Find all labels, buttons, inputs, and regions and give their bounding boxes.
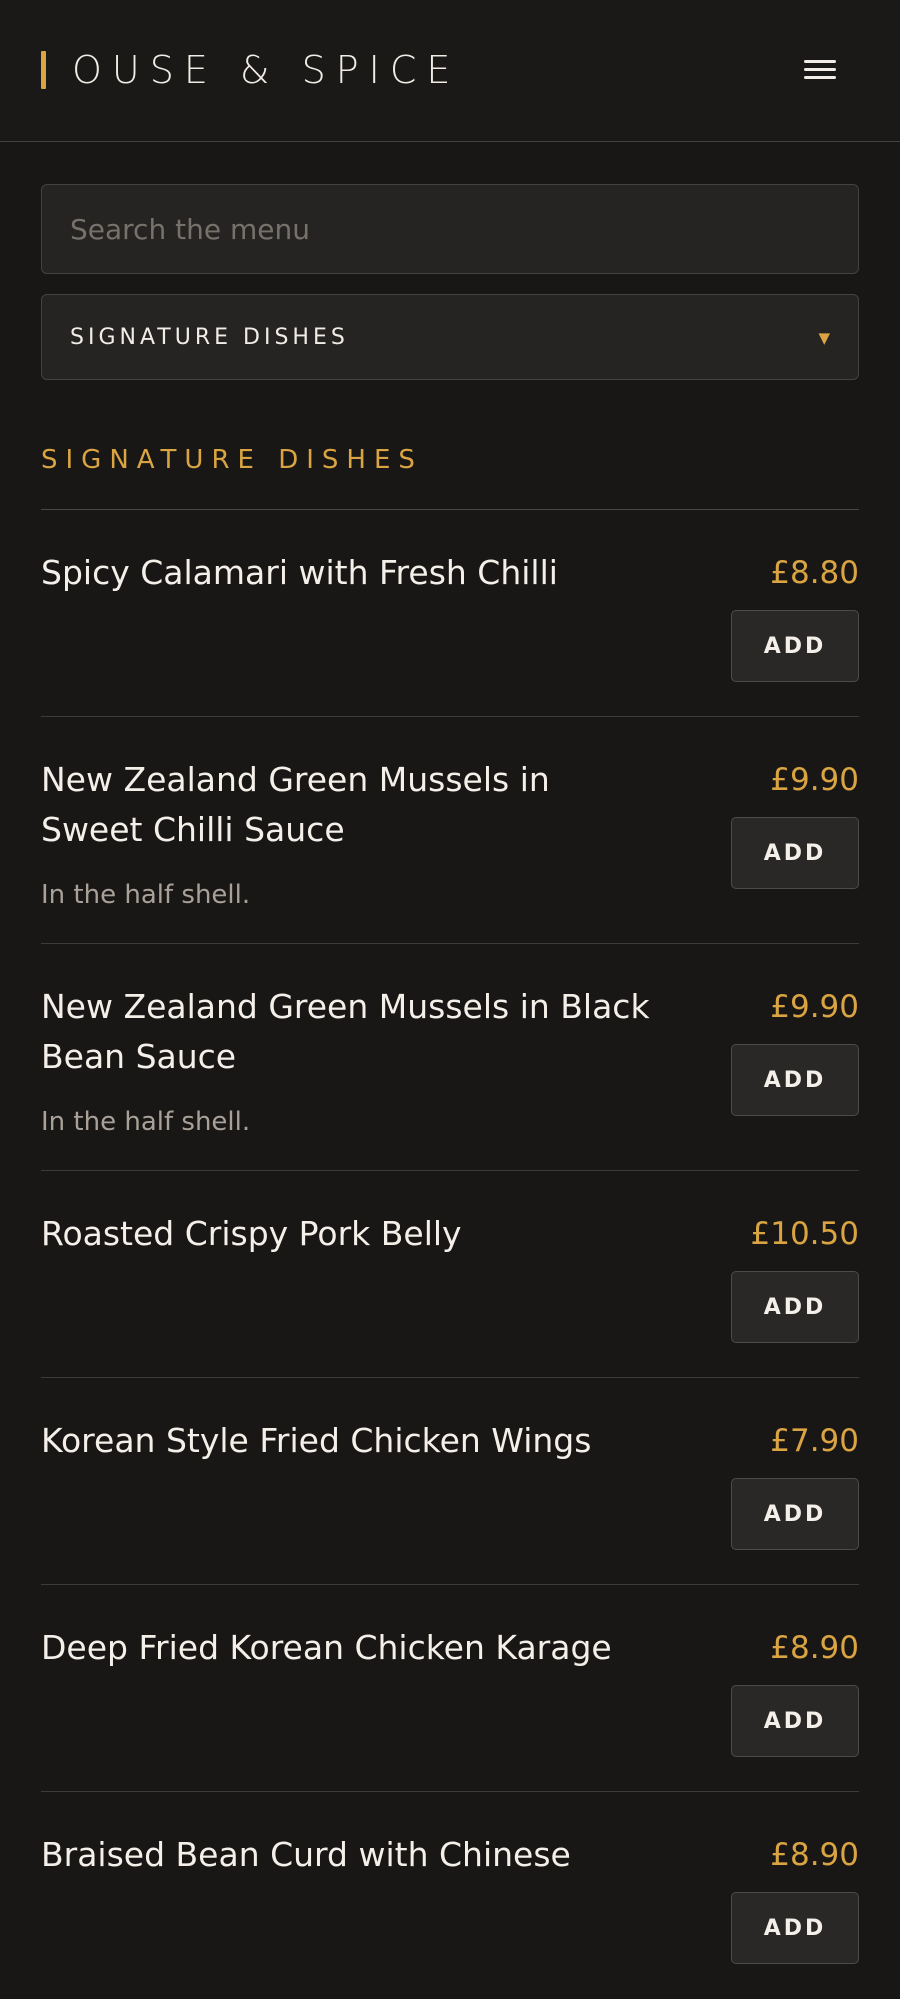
menu-item: Roasted Crispy Pork Belly £10.50 ADD xyxy=(41,1171,859,1378)
menu-item: New Zealand Green Mussels in Black Bean … xyxy=(41,944,859,1171)
category-select[interactable]: SIGNATURE DISHES ▼ xyxy=(41,294,859,380)
menu-item-name: New Zealand Green Mussels in Black Bean … xyxy=(41,987,650,1076)
menu-item-price: £9.90 xyxy=(770,989,859,1025)
menu-item: New Zealand Green Mussels in Sweet Chill… xyxy=(41,717,859,944)
menu-item-description: In the half shell. xyxy=(41,880,251,910)
menu-item-price: £8.80 xyxy=(770,555,859,591)
menu-item: Korean Style Fried Chicken Wings £7.90 A… xyxy=(41,1378,859,1585)
menu-item-price: £9.90 xyxy=(770,762,859,798)
menu-item-name: Spicy Calamari with Fresh Chilli xyxy=(41,553,558,592)
add-to-order-button[interactable]: ADD xyxy=(731,1892,859,1964)
menu-item-price: £8.90 xyxy=(770,1837,859,1873)
add-to-order-button[interactable]: ADD xyxy=(731,817,859,889)
add-to-order-button[interactable]: ADD xyxy=(731,610,859,682)
menu-item-name: Deep Fried Korean Chicken Karage xyxy=(41,1628,612,1667)
app-header: OUSE & SPICE xyxy=(0,0,900,142)
caret-down-icon: ▼ xyxy=(818,329,830,347)
menu-item-price: £8.90 xyxy=(770,1630,859,1666)
menu-item-name: Roasted Crispy Pork Belly xyxy=(41,1214,462,1253)
category-select-value: SIGNATURE DISHES xyxy=(70,325,349,350)
menu-item: Deep Fried Korean Chicken Karage £8.90 A… xyxy=(41,1585,859,1792)
brand-accent-bar xyxy=(41,51,46,89)
menu-item-name: New Zealand Green Mussels in Sweet Chill… xyxy=(41,760,550,849)
section-title: SIGNATURE DISHES xyxy=(41,445,423,475)
menu-item-price: £7.90 xyxy=(770,1423,859,1459)
hamburger-menu-icon[interactable] xyxy=(800,52,842,88)
menu-item-description: In the half shell. xyxy=(41,1107,251,1137)
brand-name[interactable]: OUSE & SPICE xyxy=(72,44,460,96)
menu-item-name: Braised Bean Curd with Chinese xyxy=(41,1835,571,1874)
menu-item: Braised Bean Curd with Chinese £8.90 ADD xyxy=(41,1792,859,1999)
menu-item-price: £10.50 xyxy=(750,1216,859,1252)
menu-item: Spicy Calamari with Fresh Chilli £8.80 A… xyxy=(41,510,859,717)
add-to-order-button[interactable]: ADD xyxy=(731,1685,859,1757)
menu-item-list: Spicy Calamari with Fresh Chilli £8.80 A… xyxy=(41,510,859,1999)
add-to-order-button[interactable]: ADD xyxy=(731,1478,859,1550)
add-to-order-button[interactable]: ADD xyxy=(731,1271,859,1343)
search-input[interactable] xyxy=(41,184,859,274)
menu-item-name: Korean Style Fried Chicken Wings xyxy=(41,1421,592,1460)
add-to-order-button[interactable]: ADD xyxy=(731,1044,859,1116)
